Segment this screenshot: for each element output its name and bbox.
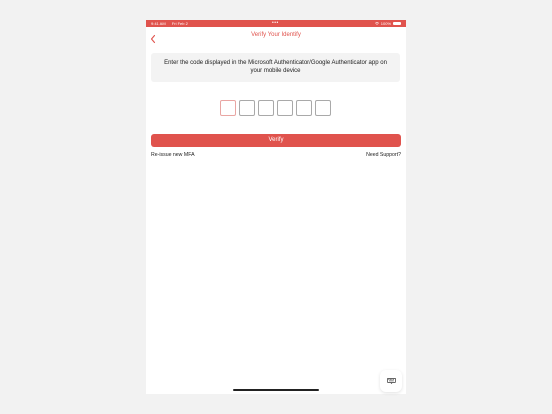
multitasking-dots[interactable]: ••• xyxy=(272,20,279,27)
home-indicator[interactable] xyxy=(233,389,319,391)
code-digit-6[interactable] xyxy=(315,100,331,116)
code-digit-5[interactable] xyxy=(296,100,312,116)
code-digit-1[interactable] xyxy=(220,100,236,116)
battery-percentage: 100% xyxy=(380,21,391,26)
keyboard-dismiss-button[interactable] xyxy=(380,370,402,392)
status-right: 100% xyxy=(374,20,401,27)
code-digit-4[interactable] xyxy=(277,100,293,116)
instructions-text: Enter the code displayed in the Microsof… xyxy=(164,60,387,74)
battery-fill xyxy=(394,23,400,24)
need-support-link[interactable]: Need Support? xyxy=(366,152,401,158)
verification-code-input[interactable] xyxy=(220,100,331,116)
navigation-bar: Verify Your Identify xyxy=(146,27,406,47)
wifi-icon xyxy=(374,22,379,25)
status-date: Fri Feb 2 xyxy=(171,21,188,26)
code-digit-3[interactable] xyxy=(258,100,274,116)
instructions-card: Enter the code displayed in the Microsof… xyxy=(151,53,400,82)
battery-icon xyxy=(393,21,401,26)
verify-button[interactable]: Verify xyxy=(151,134,401,147)
reissue-mfa-link[interactable]: Re-issue new MFA xyxy=(151,152,195,158)
status-bar: 9:41 AM Fri Feb 2 ••• 100% xyxy=(146,20,406,27)
page-title: Verify Your Identify xyxy=(251,32,301,38)
status-left: 9:41 AM Fri Feb 2 xyxy=(151,20,193,27)
app-screen: 9:41 AM Fri Feb 2 ••• 100% Verify Your I… xyxy=(146,20,406,394)
keyboard-dismiss-icon xyxy=(387,378,396,384)
status-time: 9:41 AM xyxy=(151,21,166,26)
code-digit-2[interactable] xyxy=(239,100,255,116)
